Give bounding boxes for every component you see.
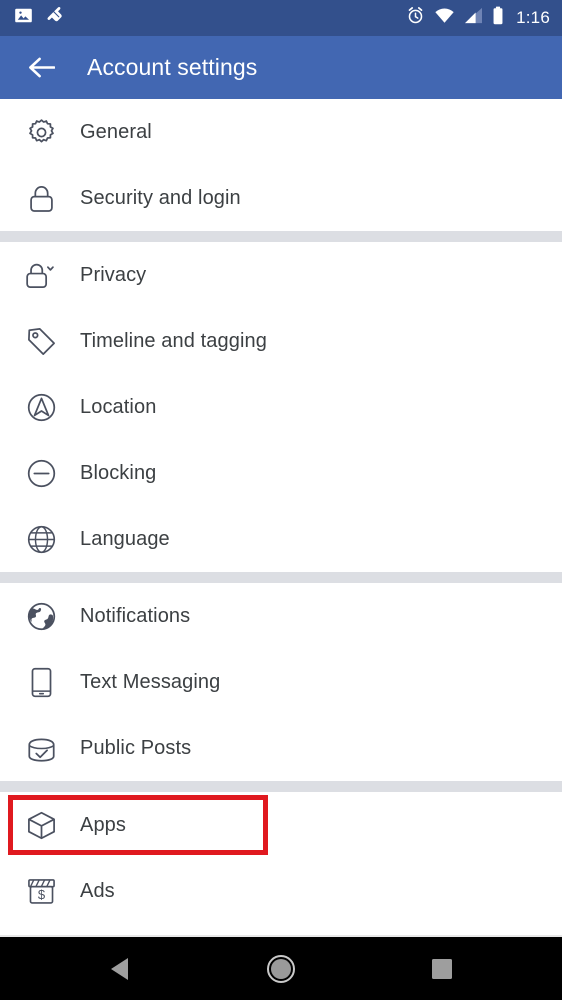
settings-group-1: General Security and login <box>0 99 562 231</box>
settings-row-apps[interactable]: Apps <box>8 795 268 855</box>
settings-row-public-posts[interactable]: Public Posts <box>0 715 562 781</box>
globe-icon <box>20 518 62 560</box>
navigation-arrow-icon <box>20 386 62 428</box>
settings-row-label: Location <box>80 395 157 418</box>
settings-row-text-messaging[interactable]: Text Messaging <box>0 649 562 715</box>
tag-icon <box>20 320 62 362</box>
settings-row-label: Text Messaging <box>80 670 221 693</box>
svg-text:$: $ <box>37 887 45 902</box>
settings-list: General Security and login Privacy Timel… <box>0 99 562 924</box>
settings-row-notifications[interactable]: Notifications <box>0 583 562 649</box>
circle-icon <box>266 954 295 983</box>
lock-icon <box>20 177 62 219</box>
settings-group-4: Apps $ Ads <box>0 792 562 924</box>
alarm-clock-icon <box>406 6 425 30</box>
triangle-left-icon <box>111 957 129 980</box>
settings-row-blocking[interactable]: Blocking <box>0 440 562 506</box>
apps-row-wrapper: Apps <box>0 792 562 858</box>
group-separator <box>0 231 562 242</box>
settings-row-label: Public Posts <box>80 736 192 759</box>
recents-nav-button[interactable] <box>407 937 477 1000</box>
settings-row-label: Ads <box>80 879 115 902</box>
gear-icon <box>20 111 62 153</box>
settings-row-label: General <box>80 120 152 143</box>
square-icon <box>431 958 452 979</box>
settings-row-ads[interactable]: $ Ads <box>0 858 562 924</box>
status-bar-left-icons <box>14 5 67 31</box>
shoe-icon <box>45 5 67 31</box>
status-bar-right-icons: 1:16 <box>406 6 550 30</box>
wifi-icon <box>434 7 455 29</box>
settings-row-location[interactable]: Location <box>0 374 562 440</box>
settings-row-label: Security and login <box>80 186 241 209</box>
public-posts-icon <box>20 727 62 769</box>
phone-screen: 1:16 Account settings General Security a… <box>0 0 562 1000</box>
settings-group-3: Notifications Text Messaging Public Post… <box>0 583 562 781</box>
cube-icon <box>20 804 62 846</box>
group-separator <box>0 572 562 583</box>
settings-row-label: Apps <box>80 813 126 836</box>
group-separator <box>0 781 562 792</box>
cellular-signal-icon <box>464 7 483 29</box>
lock-chevron-icon <box>20 254 62 296</box>
android-nav-bar <box>0 937 562 1000</box>
page-title: Account settings <box>87 54 258 80</box>
arrow-left-icon <box>29 57 55 78</box>
settings-row-timeline-and-tagging[interactable]: Timeline and tagging <box>0 308 562 374</box>
settings-row-privacy[interactable]: Privacy <box>0 242 562 308</box>
world-icon <box>20 595 62 637</box>
settings-row-label: Timeline and tagging <box>80 329 267 352</box>
settings-row-security-and-login[interactable]: Security and login <box>0 165 562 231</box>
back-nav-button[interactable] <box>85 937 155 1000</box>
app-bar: Account settings <box>0 36 562 99</box>
settings-row-language[interactable]: Language <box>0 506 562 572</box>
status-bar: 1:16 <box>0 0 562 36</box>
battery-icon <box>492 6 504 30</box>
settings-group-2: Privacy Timeline and tagging Location Bl… <box>0 242 562 572</box>
phone-icon <box>20 661 62 703</box>
home-nav-button[interactable] <box>246 937 316 1000</box>
minus-circle-icon <box>20 452 62 494</box>
settings-row-label: Notifications <box>80 604 191 627</box>
storefront-dollar-icon: $ <box>20 870 62 912</box>
image-icon <box>14 6 33 30</box>
settings-row-label: Blocking <box>80 461 157 484</box>
settings-row-label: Language <box>80 527 170 550</box>
back-button[interactable] <box>24 51 58 85</box>
settings-row-general[interactable]: General <box>0 99 562 165</box>
settings-row-label: Privacy <box>80 263 147 286</box>
status-bar-clock: 1:16 <box>516 8 550 27</box>
